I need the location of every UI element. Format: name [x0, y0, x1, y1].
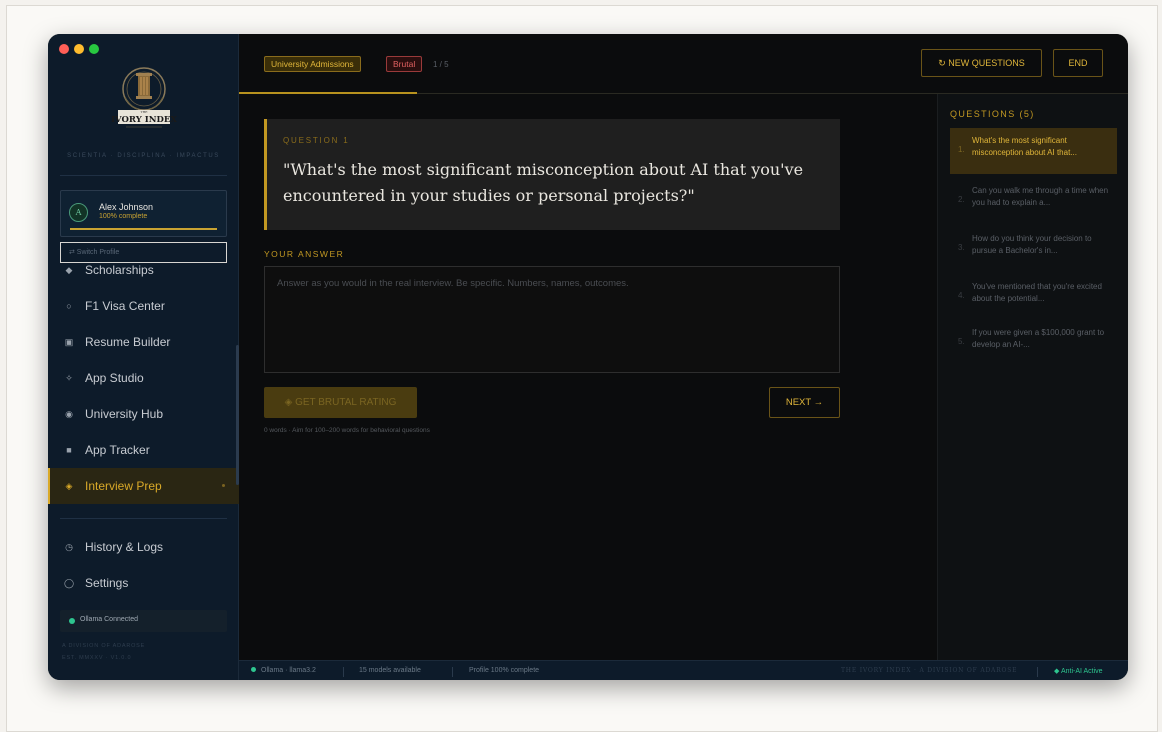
diamond-outline-icon: ◈ — [65, 480, 73, 491]
sparkle-icon: ✧ — [65, 372, 73, 383]
target-icon: ◉ — [65, 408, 73, 419]
brand-line: THE IVORY INDEX · A DIVISION OF ADAROSE — [841, 667, 1018, 674]
sidebar-item-app-tracker[interactable]: ■ App Tracker — [48, 432, 239, 468]
profile-name: Alex Johnson — [99, 202, 154, 212]
question-list-item[interactable]: 5. If you were given a $100,000 grant to… — [950, 320, 1117, 366]
sidebar-item-resume-builder[interactable]: ▣ Resume Builder — [48, 324, 239, 360]
motto: SCIENTIA · DISCIPLINA · IMPACTUS — [67, 153, 220, 159]
sidebar-item-label: Settings — [85, 576, 129, 590]
ollama-status-badge: Ollama Connected — [60, 610, 227, 632]
answer-label: YOUR ANSWER — [264, 249, 345, 259]
sidebar-item-interview-prep[interactable]: ◈ Interview Prep — [48, 468, 239, 504]
header: University Admissions Brutal 1 / 5 ↻ NEW… — [239, 34, 1128, 94]
avatar: A — [69, 203, 88, 222]
profile-status: Profile 100% complete — [469, 667, 540, 674]
sidebar-item-label: App Studio — [85, 371, 144, 385]
sidebar-scrollbar[interactable] — [236, 345, 239, 485]
zoom-window-button[interactable] — [89, 44, 99, 54]
question-counter: 1 / 5 — [433, 60, 449, 69]
sidebar-item-label: Scholarships — [85, 263, 154, 277]
questions-panel: QUESTIONS (5) 1. What's the most signifi… — [937, 94, 1128, 660]
question-list-item[interactable]: 2. Can you walk me through a time when y… — [950, 178, 1117, 224]
profile-card[interactable]: A Alex Johnson 100% complete — [60, 190, 227, 237]
status-dot-icon — [69, 618, 75, 624]
divider — [343, 667, 344, 677]
question-number: 2. — [958, 195, 965, 204]
minimize-window-button[interactable] — [74, 44, 84, 54]
status-dot-icon — [251, 667, 256, 672]
question-preview: If you were given a $100,000 grant to de… — [972, 328, 1105, 349]
anti-ai-status: ◆ Anti-AI Active — [1054, 668, 1103, 675]
divider — [1037, 667, 1038, 677]
model-status: Ollama · llama3.2 — [261, 667, 316, 674]
question-number: 5. — [958, 337, 965, 346]
sidebar-item-university-hub[interactable]: ◉ University Hub — [48, 396, 239, 432]
svg-text:THE: THE — [141, 110, 148, 114]
sidebar-item-label: University Hub — [85, 407, 164, 421]
close-window-button[interactable] — [59, 44, 69, 54]
sidebar-item-label: App Tracker — [85, 443, 150, 457]
gear-icon: ◯ — [63, 577, 75, 588]
question-preview: How do you think your decision to pursue… — [972, 234, 1092, 255]
end-button[interactable]: END — [1053, 49, 1103, 77]
models-available: 15 models available — [359, 667, 421, 674]
sidebar-item-label: Interview Prep — [85, 479, 162, 493]
question-list-item[interactable]: 4. You've mentioned that you're excited … — [950, 274, 1117, 320]
question-card: QUESTION 1 "What's the most significant … — [264, 119, 840, 230]
sidebar-item-label: History & Logs — [85, 540, 164, 554]
window-controls — [59, 44, 99, 54]
division-text: A DIVISION OF ADAROSE — [62, 643, 146, 649]
circle-icon: ○ — [66, 301, 72, 311]
clock-icon: ◷ — [65, 541, 73, 552]
questions-panel-title: QUESTIONS (5) — [950, 109, 1035, 119]
category-tag: University Admissions — [264, 56, 361, 72]
profile-completion: 100% complete — [99, 213, 148, 220]
diamond-icon: ◆ — [65, 264, 73, 275]
question-preview: You've mentioned that you're excited abo… — [972, 282, 1102, 303]
word-count-hint: 0 words · Aim for 100–200 words for beha… — [264, 427, 430, 434]
answer-textarea[interactable]: Answer as you would in the real intervie… — [264, 266, 840, 373]
document-icon: ▣ — [64, 336, 74, 347]
next-button[interactable]: NEXT → — [769, 387, 840, 418]
question-preview: What's the most significant misconceptio… — [972, 136, 1077, 157]
sidebar-item-app-studio[interactable]: ✧ App Studio — [48, 360, 239, 396]
ivory-index-logo: THE IVORY INDEX — [111, 67, 177, 128]
app-window: THE IVORY INDEX SCIENTIA · DISCIPLINA · … — [48, 34, 1128, 680]
divider — [452, 667, 453, 677]
ollama-status-text: Ollama Connected — [80, 616, 138, 623]
divider — [60, 518, 227, 519]
svg-text:IVORY INDEX: IVORY INDEX — [111, 115, 177, 125]
switch-profile-button[interactable]: ⇄ Switch Profile — [60, 242, 227, 263]
new-questions-button[interactable]: ↻ NEW QUESTIONS — [921, 49, 1042, 77]
sidebar-item-settings[interactable]: ◯ Settings — [48, 565, 239, 601]
square-icon: ■ — [66, 445, 72, 455]
question-text: "What's the most significant misconcepti… — [283, 160, 804, 205]
divider — [60, 175, 227, 176]
progress-underline — [239, 92, 417, 94]
get-brutal-rating-button[interactable]: ◈ GET BRUTAL RATING — [264, 387, 417, 418]
difficulty-tag: Brutal — [386, 56, 423, 72]
question-list-item[interactable]: 1. What's the most significant misconcep… — [950, 128, 1117, 174]
sidebar: THE IVORY INDEX SCIENTIA · DISCIPLINA · … — [48, 34, 239, 680]
question-number: 1. — [958, 145, 965, 154]
active-indicator-dot — [222, 484, 225, 487]
question-number: 4. — [958, 291, 965, 300]
sidebar-item-label: F1 Visa Center — [85, 299, 165, 313]
question-list-item[interactable]: 3. How do you think your decision to pur… — [950, 226, 1117, 272]
version-text: EST. MMXXV · V1.0.0 — [62, 655, 132, 661]
sidebar-item-history-logs[interactable]: ◷ History & Logs — [48, 529, 239, 565]
profile-progress-bar — [70, 228, 217, 230]
sidebar-item-label: Resume Builder — [85, 335, 171, 349]
question-number: 3. — [958, 243, 965, 252]
question-preview: Can you walk me through a time when you … — [972, 186, 1109, 207]
sidebar-item-f1-visa-center[interactable]: ○ F1 Visa Center — [48, 288, 239, 324]
question-label: QUESTION 1 — [283, 136, 350, 145]
status-bar: Ollama · llama3.2 15 models available Pr… — [239, 660, 1128, 680]
